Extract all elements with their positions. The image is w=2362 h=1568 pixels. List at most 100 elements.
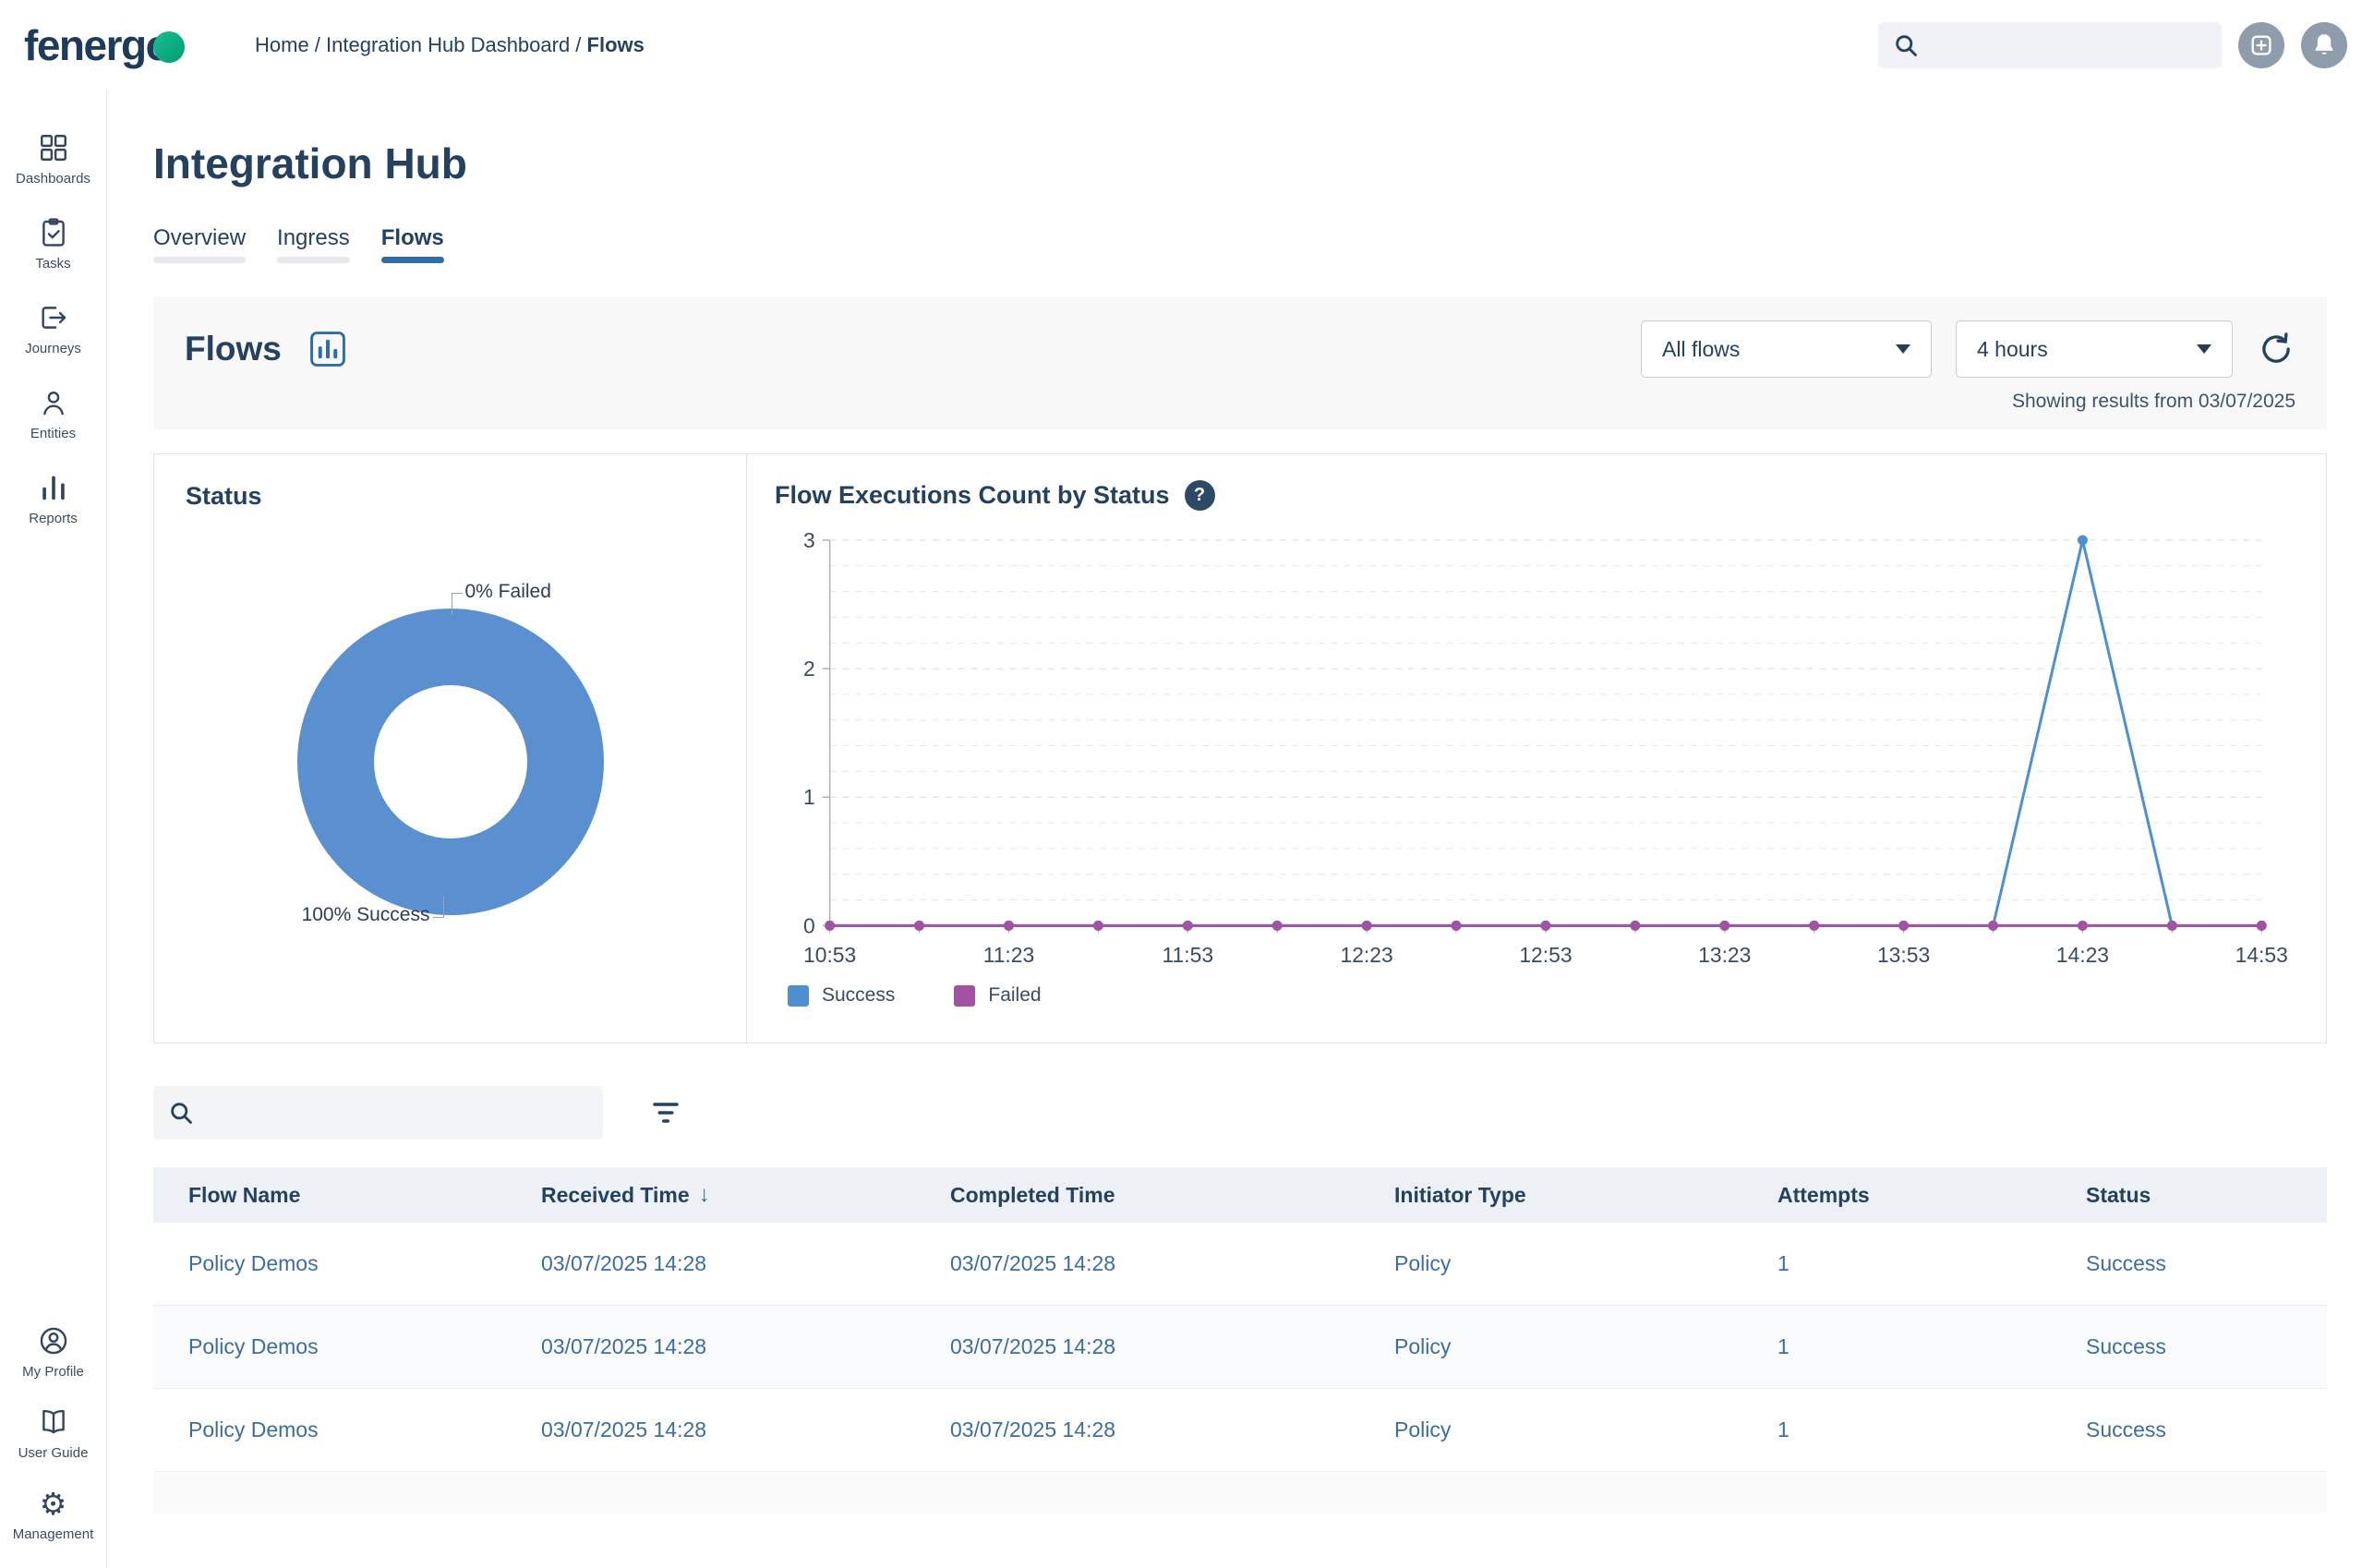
sidebar-item-label: Entities — [30, 426, 76, 441]
filter-icon — [649, 1096, 682, 1129]
table-row[interactable]: Policy Demos 03/07/2025 14:28 03/07/2025… — [153, 1223, 2327, 1306]
global-search[interactable] — [1878, 22, 2222, 68]
column-attempts[interactable]: Attempts — [1742, 1183, 2051, 1208]
svg-text:14:23: 14:23 — [2056, 943, 2109, 967]
add-in-square-icon — [2248, 31, 2275, 59]
logo-dot-icon — [153, 31, 185, 63]
flows-table: Flow Name Received Time↓ Completed Time … — [153, 1167, 2327, 1513]
svg-text:12:23: 12:23 — [1341, 943, 1393, 967]
flows-section-title: Flows — [185, 330, 282, 368]
svg-text:13:23: 13:23 — [1698, 943, 1751, 967]
sidebar-item-label: Journeys — [25, 341, 81, 356]
svg-text:14:53: 14:53 — [2235, 943, 2288, 967]
table-search-input[interactable] — [205, 1100, 588, 1126]
column-status[interactable]: Status — [2051, 1183, 2327, 1208]
time-range-select[interactable]: 4 hours — [1956, 320, 2233, 378]
sidebar-item-dashboards[interactable]: Dashboards — [0, 126, 106, 192]
svg-text:13:53: 13:53 — [1877, 943, 1930, 967]
flow-filter-select[interactable]: All flows — [1641, 320, 1932, 378]
sidebar-item-label: Reports — [29, 511, 78, 526]
logo-text: fenergo — [24, 20, 170, 70]
search-icon — [1893, 32, 1919, 58]
breadcrumb-current: Flows — [587, 33, 645, 56]
executions-line-chart: 012310:5311:2311:5312:2312:5313:2313:531… — [775, 525, 2298, 984]
tab-overview[interactable]: Overview — [153, 225, 246, 263]
cell-initiator-type: Policy — [1359, 1251, 1742, 1276]
flow-filter-value: All flows — [1662, 337, 1740, 362]
sidebar: Dashboards Tasks Journeys Entities Repor… — [0, 90, 107, 1568]
chevron-down-icon — [1896, 344, 1910, 354]
table-row[interactable]: Policy Demos 03/07/2025 14:28 03/07/2025… — [153, 1389, 2327, 1472]
filter-button[interactable] — [649, 1096, 682, 1129]
sidebar-item-label: User Guide — [18, 1445, 89, 1461]
donut-ring — [297, 609, 604, 915]
tab-label: Overview — [153, 225, 246, 250]
table-row[interactable]: Policy Demos 03/07/2025 14:28 03/07/2025… — [153, 1306, 2327, 1389]
journey-export-icon — [38, 301, 69, 334]
sidebar-item-reports[interactable]: Reports — [0, 465, 106, 532]
svg-text:0: 0 — [803, 913, 815, 937]
book-icon — [38, 1405, 69, 1439]
charts-panels: Status 0% Failed 100% Success Flow Execu… — [153, 453, 2327, 1043]
legend-label: Failed — [988, 984, 1041, 1007]
cell-flow-name[interactable]: Policy Demos — [153, 1417, 506, 1442]
notifications-button[interactable] — [2301, 22, 2347, 68]
cell-received-time: 03/07/2025 14:28 — [506, 1334, 915, 1359]
main-content: Integration Hub Overview Ingress Flows F… — [107, 90, 2362, 1568]
tab-ingress[interactable]: Ingress — [277, 225, 350, 263]
person-circle-icon — [38, 1324, 69, 1357]
column-flow-name[interactable]: Flow Name — [153, 1183, 506, 1208]
sort-desc-icon[interactable]: ↓ — [699, 1182, 710, 1208]
global-search-input[interactable] — [1930, 32, 2207, 58]
sidebar-item-entities[interactable]: Entities — [0, 380, 106, 447]
svg-text:1: 1 — [803, 785, 815, 809]
help-icon[interactable]: ? — [1185, 480, 1215, 511]
svg-text:11:53: 11:53 — [1163, 943, 1214, 967]
table-filter-row — [153, 1086, 2327, 1140]
column-initiator-type[interactable]: Initiator Type — [1359, 1183, 1742, 1208]
sidebar-item-tasks[interactable]: Tasks — [0, 211, 106, 277]
topbar-actions — [1878, 22, 2347, 68]
legend-item-failed: Failed — [954, 984, 1041, 1007]
legend-label: Success — [822, 984, 895, 1007]
results-note: Showing results from 03/07/2025 — [185, 391, 2296, 413]
breadcrumb-path[interactable]: Home / Integration Hub Dashboard / — [255, 33, 587, 56]
column-received-time[interactable]: Received Time↓ — [506, 1182, 915, 1208]
sidebar-item-user-guide[interactable]: User Guide — [0, 1400, 106, 1466]
cell-flow-name[interactable]: Policy Demos — [153, 1251, 506, 1276]
topbar: fenergo Home / Integration Hub Dashboard… — [0, 0, 2362, 90]
sidebar-item-label: Dashboards — [16, 171, 90, 187]
breadcrumb: Home / Integration Hub Dashboard / Flows — [255, 33, 645, 57]
executions-panel-title: Flow Executions Count by Status — [775, 481, 1170, 510]
tabs: Overview Ingress Flows — [153, 225, 2327, 263]
chart-legend: Success Failed — [775, 984, 2298, 1007]
cell-flow-name[interactable]: Policy Demos — [153, 1334, 506, 1359]
table-body: Policy Demos 03/07/2025 14:28 03/07/2025… — [153, 1223, 2327, 1472]
svg-text:3: 3 — [803, 528, 815, 552]
refresh-icon — [2257, 330, 2296, 368]
quick-add-button[interactable] — [2238, 22, 2284, 68]
sidebar-item-label: My Profile — [22, 1364, 84, 1380]
sidebar-item-my-profile[interactable]: My Profile — [0, 1319, 106, 1385]
cell-status: Success — [2051, 1417, 2327, 1442]
chart-view-icon[interactable] — [307, 329, 348, 369]
table-header: Flow Name Received Time↓ Completed Time … — [153, 1167, 2327, 1223]
cell-attempts: 1 — [1742, 1417, 2051, 1442]
column-completed-time[interactable]: Completed Time — [915, 1183, 1359, 1208]
tab-flows[interactable]: Flows — [381, 225, 444, 263]
sidebar-item-journeys[interactable]: Journeys — [0, 296, 106, 362]
sidebar-item-label: Management — [13, 1526, 94, 1542]
legend-swatch — [788, 985, 809, 1007]
bell-icon — [2310, 31, 2338, 59]
svg-text:12:53: 12:53 — [1519, 943, 1572, 967]
refresh-button[interactable] — [2257, 330, 2296, 368]
page-title: Integration Hub — [153, 139, 2327, 188]
cell-received-time: 03/07/2025 14:28 — [506, 1251, 915, 1276]
sidebar-item-management[interactable]: ⚙ Management — [0, 1481, 106, 1548]
fenergo-logo[interactable]: fenergo — [24, 20, 236, 70]
table-search[interactable] — [153, 1086, 603, 1140]
sidebar-bottom: My Profile User Guide ⚙ Management — [0, 1319, 106, 1548]
tab-underline — [153, 257, 246, 263]
cell-completed-time: 03/07/2025 14:28 — [915, 1251, 1359, 1276]
time-range-value: 4 hours — [1977, 337, 2048, 362]
